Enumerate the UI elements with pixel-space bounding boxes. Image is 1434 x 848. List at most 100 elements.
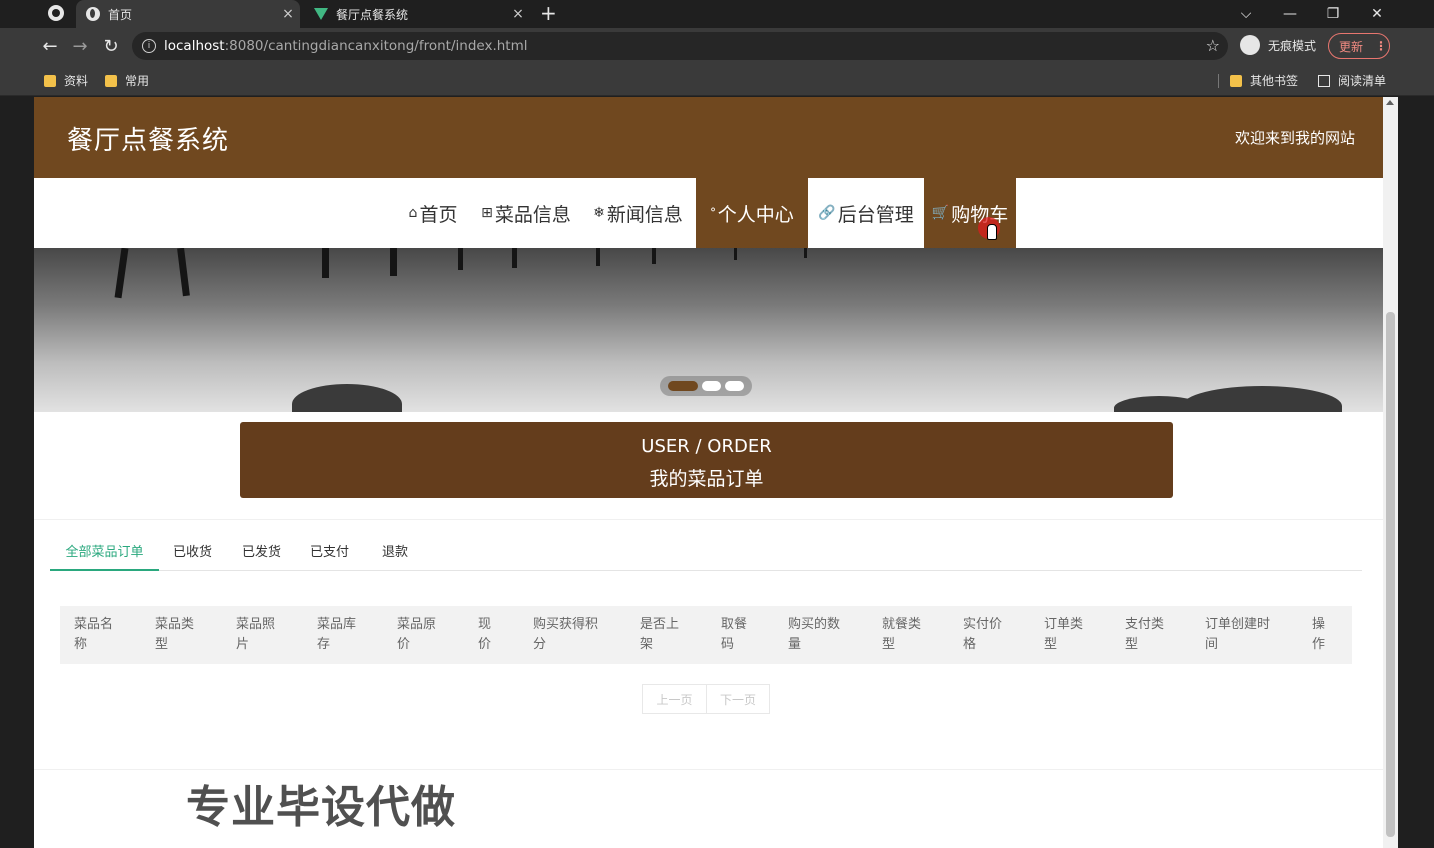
welcome-text: 欢迎来到我的网站	[1234, 129, 1355, 147]
bookmark-folder[interactable]: 资料	[44, 72, 88, 89]
nav-item-home[interactable]: ⌂ 首页	[398, 178, 468, 248]
close-icon[interactable]: ×	[506, 6, 530, 22]
reload-button[interactable]: ↻	[99, 34, 123, 58]
carousel-dot[interactable]	[702, 381, 721, 391]
tab-refund[interactable]: 退款	[382, 541, 408, 571]
tab-all-orders[interactable]: 全部菜品订单	[50, 541, 159, 571]
grid-icon: ⊞	[481, 205, 493, 221]
bookmark-label: 其他书签	[1250, 74, 1299, 88]
nav-item-user-center[interactable]: ᐤ 个人中心	[696, 178, 808, 248]
cart-icon: 🛒	[931, 205, 950, 221]
column-header: 订单创建时间	[1205, 617, 1271, 652]
column-header: 购买获得积分	[533, 617, 599, 652]
column-header: 菜品名称	[74, 617, 114, 652]
close-icon[interactable]: ×	[276, 6, 300, 22]
column-header: 菜品照片	[236, 617, 276, 652]
column-header: 取餐码	[721, 617, 748, 652]
minimize-button[interactable]: —	[1270, 0, 1310, 28]
user-icon: ᐤ	[710, 205, 716, 221]
pier-post	[177, 248, 190, 297]
pier-post	[804, 248, 807, 258]
browser-toolbar: ← → ↻ i localhost:8080/cantingdiancanxit…	[0, 28, 1434, 64]
incognito-indicator[interactable]: 无痕模式	[1240, 35, 1316, 55]
browser-tab-title: 首页	[108, 7, 133, 22]
update-label: 更新	[1339, 39, 1364, 54]
hero-banner	[34, 248, 1383, 412]
star-icon[interactable]: ☆	[1206, 36, 1220, 55]
nav-item-label: 菜品信息	[494, 203, 571, 226]
nav-item-news[interactable]: ❄ 新闻信息	[586, 178, 690, 248]
page-scrollbar[interactable]	[1383, 97, 1398, 848]
bookmarks-bar: 资料 常用 其他书签 阅读清单	[0, 64, 1434, 96]
carousel-dot-active[interactable]	[668, 381, 698, 391]
update-button[interactable]: 更新 ⋮	[1328, 33, 1390, 59]
main-nav: ⌂ 首页 ⊞ 菜品信息 ❄ 新闻信息 ᐤ 个人中心 🔗 后台管理 🛒 购物车	[34, 178, 1383, 248]
carousel-dot[interactable]	[725, 381, 744, 391]
order-section-header: USER / ORDER 我的菜品订单	[240, 422, 1173, 498]
address-bar[interactable]: i localhost:8080/cantingdiancanxitong/fr…	[132, 32, 1228, 60]
browser-tab-home[interactable]: 首页 ×	[76, 0, 300, 28]
browser-tab-system[interactable]: 餐厅点餐系统 ×	[302, 0, 530, 28]
rock	[1182, 386, 1342, 412]
order-title-cn: 我的菜品订单	[649, 468, 764, 490]
info-icon[interactable]: i	[142, 39, 156, 53]
bookmark-label: 资料	[64, 74, 89, 88]
column-header: 是否上架	[640, 617, 680, 652]
column-header: 菜品原价	[397, 617, 437, 652]
back-button[interactable]: ←	[38, 34, 62, 58]
pier-post	[390, 248, 397, 276]
folder-icon	[1230, 74, 1242, 87]
order-title-en: USER / ORDER	[641, 436, 772, 457]
scroll-up-icon[interactable]	[1386, 100, 1394, 105]
bookmark-folder[interactable]: 常用	[105, 72, 149, 89]
nav-item-cart[interactable]: 🛒 购物车	[924, 178, 1016, 248]
scroll-thumb[interactable]	[1386, 312, 1395, 837]
reading-list[interactable]: 阅读清单	[1318, 72, 1386, 89]
next-page-button[interactable]: 下一页	[705, 685, 769, 713]
browser-tab-title: 餐厅点餐系统	[336, 7, 409, 22]
tab-search-button[interactable]: ⌵	[1226, 0, 1266, 28]
window-close-button[interactable]: ✕	[1357, 0, 1397, 28]
column-header: 支付类型	[1125, 617, 1165, 652]
incognito-icon	[1240, 35, 1260, 55]
nav-item-label: 个人中心	[717, 203, 794, 226]
bookmark-label: 常用	[125, 74, 150, 88]
column-header: 现价	[478, 617, 492, 652]
forward-button[interactable]: →	[68, 34, 92, 58]
tab-received[interactable]: 已收货	[173, 541, 212, 571]
column-header: 实付价格	[963, 617, 1003, 652]
nav-item-admin[interactable]: 🔗 后台管理	[808, 178, 924, 248]
order-status-tabs: 全部菜品订单 已收货 已发货 已支付 退款	[50, 533, 1362, 571]
pier-post	[652, 248, 656, 264]
home-icon: ⌂	[408, 205, 418, 221]
column-header: 菜品类型	[155, 617, 195, 652]
bookmark-separator	[1218, 74, 1219, 88]
rock	[292, 384, 402, 412]
incognito-label: 无痕模式	[1268, 38, 1317, 53]
order-table-header: 菜品名称 菜品类型 菜品照片 菜品库存 菜品原价 现价 购买获得积分 是否上架 …	[60, 606, 1352, 664]
other-bookmarks[interactable]: 其他书签	[1230, 72, 1298, 89]
bookmark-label: 阅读清单	[1338, 74, 1387, 88]
prev-page-button[interactable]: 上一页	[643, 685, 706, 713]
pier-post	[512, 248, 517, 268]
nav-item-label: 新闻信息	[606, 203, 683, 226]
restore-button[interactable]: ❐	[1313, 0, 1353, 28]
mouse-cursor	[978, 217, 1000, 240]
nav-item-dishes[interactable]: ⊞ 菜品信息	[476, 178, 576, 248]
nav-item-label: 后台管理	[837, 203, 914, 226]
page-viewport: 餐厅点餐系统 欢迎来到我的网站 ⌂ 首页 ⊞ 菜品信息 ❄ 新闻信息 ᐤ 个人中…	[34, 97, 1398, 848]
new-tab-button[interactable]: +	[540, 2, 557, 24]
section-divider	[34, 769, 1383, 770]
browser-tab-strip: 首页 × 餐厅点餐系统 × + ⌵ — ❐ ✕	[0, 0, 1434, 28]
column-header: 就餐类型	[882, 617, 922, 652]
pier-post	[734, 248, 737, 260]
url-path: :8080/cantingdiancanxitong/front/index.h…	[224, 38, 528, 54]
tab-shipped[interactable]: 已发货	[242, 541, 281, 571]
snowflake-icon: ❄	[593, 205, 605, 221]
tab-paid[interactable]: 已支付	[310, 541, 349, 571]
pier-post	[114, 248, 129, 299]
folder-icon	[44, 74, 56, 87]
browser-menu-icon[interactable]	[48, 5, 64, 21]
site-header: 餐厅点餐系统 欢迎来到我的网站	[34, 97, 1383, 178]
url-host: localhost	[164, 38, 225, 54]
